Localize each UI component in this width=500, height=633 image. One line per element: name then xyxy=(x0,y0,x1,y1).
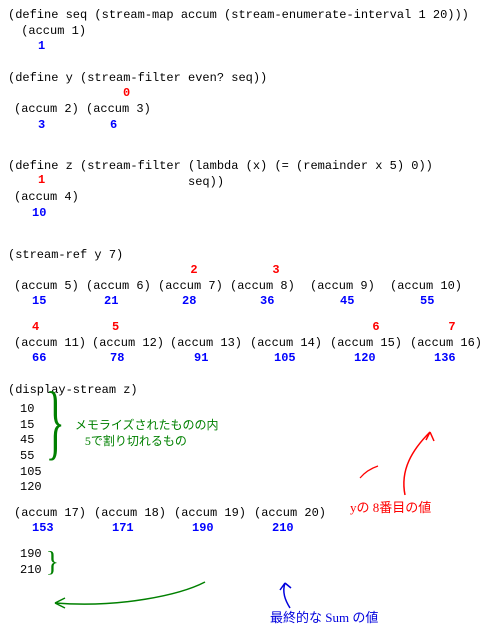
result-8: 36 xyxy=(260,294,340,310)
result-17: 153 xyxy=(32,521,112,537)
accum-20: (accum 20) xyxy=(254,506,334,522)
code-display-stream: (display-stream z) xyxy=(8,383,492,399)
result-16: 136 xyxy=(434,351,500,367)
annotation-memoize-1: メモライズされたものの内 xyxy=(75,418,219,434)
annotation-memoize-2: 5で割り切れるもの xyxy=(85,434,219,450)
result-3: 6 xyxy=(110,118,182,134)
annotation-y8: yの 8番目の値 xyxy=(350,500,431,517)
tail-190: 190 xyxy=(20,547,42,563)
accum-14: (accum 14) xyxy=(250,336,330,352)
tail-210: 210 xyxy=(20,563,42,579)
counter-4: 4 xyxy=(32,320,104,336)
result-13: 91 xyxy=(194,351,274,367)
accum-3: (accum 3) xyxy=(86,102,158,118)
result-15: 120 xyxy=(354,351,434,367)
memo-15: 15 xyxy=(20,418,42,434)
counter-5: 5 xyxy=(112,320,184,336)
counter-3: 3 xyxy=(240,263,312,279)
result-9: 45 xyxy=(340,294,420,310)
annotation-final-sum: 最終的な Sum の値 xyxy=(270,610,378,627)
accum-17: (accum 17) xyxy=(14,506,94,522)
code-define-z-1: (define z (stream-filter (lambda (x) (= … xyxy=(8,159,492,175)
result-18: 171 xyxy=(112,521,192,537)
result-5: 15 xyxy=(32,294,104,310)
counter-7: 7 xyxy=(416,320,488,336)
memo-120: 120 xyxy=(20,480,42,496)
code-define-y: (define y (stream-filter even? seq)) xyxy=(8,71,492,87)
result-1: 1 xyxy=(38,39,492,55)
accum-18: (accum 18) xyxy=(94,506,174,522)
memo-45: 45 xyxy=(20,433,42,449)
accum-16: (accum 16) xyxy=(410,336,482,352)
code-stream-ref: (stream-ref y 7) xyxy=(8,248,492,264)
result-6: 21 xyxy=(104,294,176,310)
accum-13: (accum 13) xyxy=(170,336,250,352)
result-14: 105 xyxy=(274,351,354,367)
result-10: 55 xyxy=(420,294,492,310)
result-11: 66 xyxy=(32,351,110,367)
brace-icon: } xyxy=(46,393,65,452)
accum-6: (accum 6) xyxy=(86,279,158,295)
result-19: 190 xyxy=(192,521,272,537)
counter-1: 1 xyxy=(38,173,45,189)
memo-55: 55 xyxy=(20,449,42,465)
memo-105: 105 xyxy=(20,465,42,481)
result-4: 10 xyxy=(32,206,492,222)
accum-10: (accum 10) xyxy=(390,279,462,295)
accum-2: (accum 2) xyxy=(14,102,86,118)
result-20: 210 xyxy=(272,521,352,537)
accum-4: (accum 4) xyxy=(14,190,492,206)
code-define-z-2: seq)) xyxy=(8,175,492,191)
result-2: 3 xyxy=(38,118,110,134)
counter-6: 6 xyxy=(336,320,416,336)
counter-0: 0 xyxy=(123,86,492,102)
accum-9: (accum 9) xyxy=(310,279,390,295)
accum-1: (accum 1) xyxy=(14,24,492,40)
memo-10: 10 xyxy=(20,402,42,418)
accum-15: (accum 15) xyxy=(330,336,410,352)
accum-8: (accum 8) xyxy=(230,279,310,295)
accum-5: (accum 5) xyxy=(14,279,86,295)
code-define-seq: (define seq (stream-map accum (stream-en… xyxy=(8,8,492,24)
result-12: 78 xyxy=(110,351,188,367)
result-7: 28 xyxy=(182,294,254,310)
counter-2: 2 xyxy=(158,263,230,279)
accum-19: (accum 19) xyxy=(174,506,254,522)
accum-12: (accum 12) xyxy=(92,336,170,352)
accum-11: (accum 11) xyxy=(14,336,92,352)
accum-7: (accum 7) xyxy=(158,279,230,295)
brace-icon-small: } xyxy=(46,553,59,573)
